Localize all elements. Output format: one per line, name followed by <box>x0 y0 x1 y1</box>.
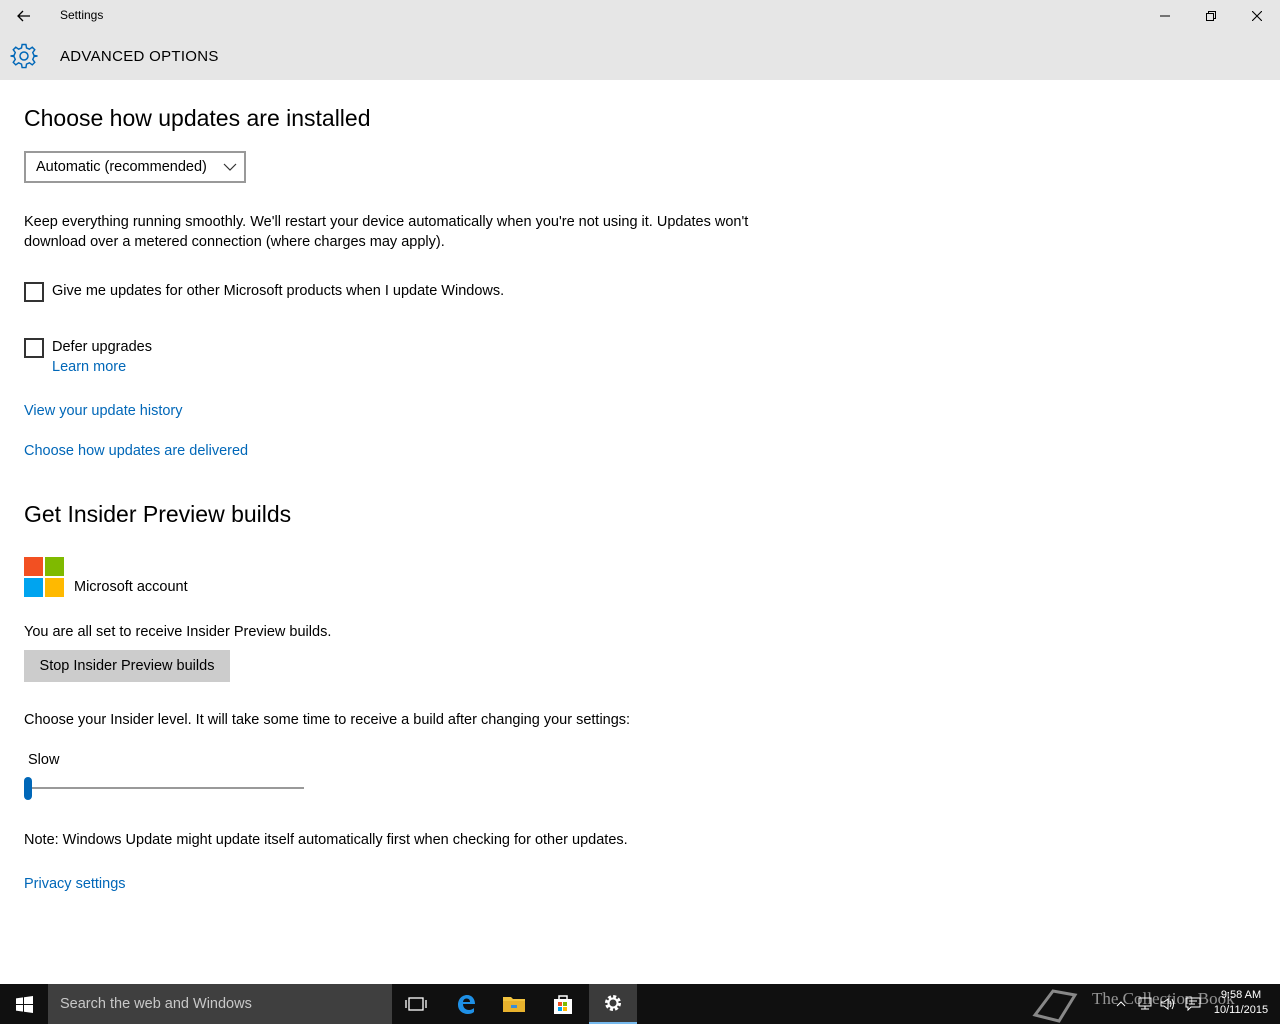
notification-icon <box>1185 997 1201 1011</box>
chevron-down-icon <box>223 163 237 171</box>
edge-icon <box>458 995 475 1014</box>
dropdown-selected-value: Automatic (recommended) <box>36 159 207 175</box>
minimize-icon <box>1160 15 1170 17</box>
windows-logo-icon <box>15 995 33 1013</box>
edge-browser-button[interactable] <box>442 984 490 1024</box>
taskbar-clock[interactable]: 9:58 AM 10/11/2015 <box>1208 988 1274 1018</box>
search-placeholder: Search the web and Windows <box>60 996 252 1012</box>
gear-icon <box>605 995 621 1011</box>
volume-tray-button[interactable] <box>1158 984 1178 1024</box>
taskbar-search-box[interactable]: Search the web and Windows <box>48 984 392 1024</box>
microsoft-account-label: Microsoft account <box>74 579 188 595</box>
task-view-icon <box>405 997 427 1011</box>
settings-content: Choose how updates are installed Automat… <box>0 80 1280 984</box>
network-tray-button[interactable] <box>1134 984 1154 1024</box>
install-heading: Choose how updates are installed <box>24 105 371 131</box>
privacy-settings-link[interactable]: Privacy settings <box>24 876 126 892</box>
insider-level-value: Slow <box>28 752 60 768</box>
install-description-line2: download over a metered connection (wher… <box>24 234 445 250</box>
clock-time: 9:58 AM <box>1220 989 1262 1001</box>
microsoft-logo-icon <box>24 557 64 597</box>
clock-date: 10/11/2015 <box>1213 1004 1269 1016</box>
update-delivery-link[interactable]: Choose how updates are delivered <box>24 443 248 459</box>
gear-icon <box>10 43 38 69</box>
page-header: ADVANCED OPTIONS <box>0 32 1280 80</box>
chevron-up-icon <box>1116 1001 1126 1007</box>
other-products-checkbox[interactable] <box>24 282 44 302</box>
back-button[interactable] <box>0 0 48 32</box>
page-title: ADVANCED OPTIONS <box>60 48 219 65</box>
update-note: Note: Windows Update might update itself… <box>24 832 628 848</box>
restore-icon <box>1206 11 1216 21</box>
task-view-button[interactable] <box>392 984 440 1024</box>
restore-button[interactable] <box>1188 0 1234 32</box>
speaker-icon <box>1160 998 1174 1010</box>
defer-upgrades-label: Defer upgrades <box>52 339 152 355</box>
update-history-link[interactable]: View your update history <box>24 403 183 419</box>
insider-level-prompt: Choose your Insider level. It will take … <box>24 712 631 728</box>
minimize-button[interactable] <box>1142 0 1188 32</box>
install-method-dropdown[interactable]: Automatic (recommended) <box>24 151 246 183</box>
file-explorer-button[interactable] <box>490 984 538 1024</box>
taskbar: Search the web and Windows The Collectio… <box>0 984 1280 1024</box>
close-icon <box>1252 11 1262 21</box>
action-center-button[interactable] <box>1183 984 1203 1024</box>
title-bar: Settings <box>0 0 1280 32</box>
store-icon <box>554 995 572 1014</box>
network-icon <box>1138 997 1152 1010</box>
window-title: Settings <box>60 8 104 22</box>
show-hidden-icons-button[interactable] <box>1112 984 1130 1024</box>
defer-upgrades-checkbox[interactable] <box>24 338 44 358</box>
install-description-line1: Keep everything running smoothly. We'll … <box>24 214 749 230</box>
store-button[interactable] <box>539 984 587 1024</box>
insider-heading: Get Insider Preview builds <box>24 501 292 527</box>
learn-more-link[interactable]: Learn more <box>52 359 126 375</box>
close-button[interactable] <box>1234 0 1280 32</box>
insider-level-slider-track[interactable] <box>24 787 304 789</box>
stop-insider-button[interactable]: Stop Insider Preview builds <box>24 650 230 682</box>
insider-status: You are all set to receive Insider Previ… <box>24 624 332 640</box>
other-products-label: Give me updates for other Microsoft prod… <box>52 283 505 299</box>
start-button[interactable] <box>0 984 48 1024</box>
insider-level-slider-thumb[interactable] <box>24 777 32 800</box>
folder-icon <box>503 997 525 1012</box>
settings-taskbar-button[interactable] <box>589 984 637 1024</box>
back-arrow-icon <box>17 10 30 22</box>
watermark-book-icon <box>1030 984 1080 1024</box>
